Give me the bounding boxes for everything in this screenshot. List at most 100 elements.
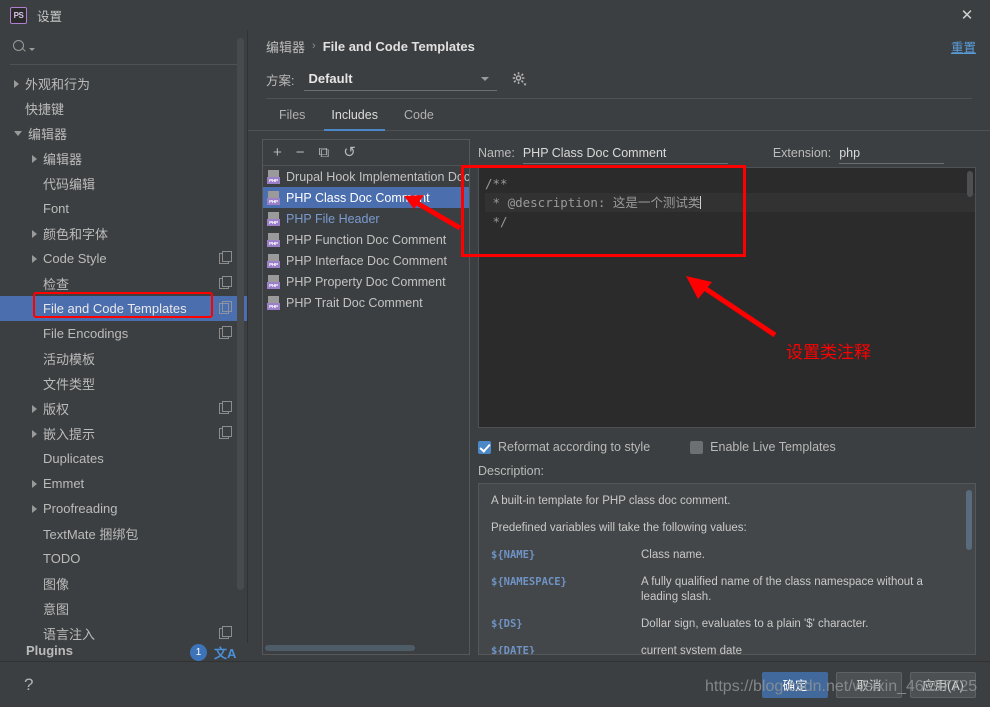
chevron-right-icon[interactable]: [32, 254, 37, 263]
sidebar-item-label: 语言注入: [43, 627, 96, 642]
chevron-right-icon[interactable]: [32, 504, 37, 513]
scrollbar-thumb[interactable]: [265, 645, 415, 651]
copy-settings-icon[interactable]: [219, 626, 232, 639]
title-bar: PS 设置 ✕: [0, 0, 990, 30]
search-input[interactable]: [0, 30, 247, 64]
sidebar-item-2[interactable]: 编辑器: [0, 121, 247, 146]
chevron-right-icon[interactable]: [32, 479, 37, 488]
sidebar-item-label: Code Style: [43, 251, 107, 266]
sidebar-item-18[interactable]: TextMate 捆绑包: [0, 521, 247, 546]
templates-content: + − ⧉ ↺ PHP Drupal Hook Implementation Do…: [248, 131, 990, 661]
chevron-right-icon[interactable]: [32, 404, 37, 413]
sidebar-item-label: 检查: [43, 277, 70, 292]
checkbox-unchecked-icon[interactable]: [690, 440, 704, 454]
gear-icon[interactable]: [511, 71, 527, 87]
sidebar-item-label: TODO: [43, 551, 81, 566]
copy-settings-icon[interactable]: [219, 251, 232, 264]
copy-template-icon[interactable]: ⧉: [319, 145, 330, 160]
chevron-right-icon[interactable]: [32, 154, 37, 163]
list-item[interactable]: PHP PHP Trait Doc Comment: [263, 292, 469, 313]
sidebar-item-8[interactable]: 检查: [0, 271, 247, 296]
php-file-icon: PHP: [267, 190, 281, 205]
tab-files[interactable]: Files: [266, 99, 318, 130]
code-line-text: /**: [485, 176, 508, 191]
sidebar-item-19[interactable]: TODO: [0, 546, 247, 571]
sidebar-item-6[interactable]: 颜色和字体: [0, 221, 247, 246]
translate-icon[interactable]: 文A: [214, 643, 236, 661]
list-item[interactable]: PHP PHP File Header: [263, 208, 469, 229]
sidebar-item-7[interactable]: Code Style: [0, 246, 247, 271]
sidebar-item-17[interactable]: Proofreading: [0, 496, 247, 521]
sidebar-item-label: Proofreading: [43, 501, 118, 516]
revert-template-icon[interactable]: ↺: [343, 145, 356, 160]
template-name-input[interactable]: PHP Class Doc Comment: [522, 142, 728, 164]
sidebar-item-label: Plugins: [26, 643, 73, 658]
sidebar-item-12[interactable]: 文件类型: [0, 371, 247, 396]
add-template-icon[interactable]: +: [273, 145, 282, 160]
sidebar-item-plugins[interactable]: Plugins 1 文A: [0, 643, 248, 661]
sidebar-item-0[interactable]: 外观和行为: [0, 71, 247, 96]
sidebar-item-10[interactable]: File Encodings: [0, 321, 247, 346]
chevron-right-icon[interactable]: [14, 79, 19, 88]
copy-settings-icon[interactable]: [219, 426, 232, 439]
sidebar-item-15[interactable]: Duplicates: [0, 446, 247, 471]
tab-includes[interactable]: Includes: [318, 99, 391, 131]
template-list-hscrollbar[interactable]: [263, 642, 469, 654]
list-item-label: PHP File Header: [286, 211, 380, 226]
list-item[interactable]: PHP Drupal Hook Implementation Doc: [263, 166, 469, 187]
list-item[interactable]: PHP PHP Function Doc Comment: [263, 229, 469, 250]
checkbox-row[interactable]: Reformat according to style: [478, 440, 690, 454]
template-extension-input[interactable]: php: [839, 142, 945, 164]
close-icon[interactable]: ✕: [944, 0, 990, 30]
sidebar-item-4[interactable]: 代码编辑: [0, 171, 247, 196]
sidebar-item-11[interactable]: 活动模板: [0, 346, 247, 371]
template-editor-panel: Name: PHP Class Doc Comment Extension: p…: [478, 139, 976, 655]
template-code-editor[interactable]: /** * @description: 这是一个测试类 */: [478, 167, 976, 428]
checkbox-checked-icon[interactable]: [478, 440, 491, 454]
sidebar-item-3[interactable]: 编辑器: [0, 146, 247, 171]
apply-button[interactable]: 应用(A): [910, 671, 976, 698]
sidebar-item-14[interactable]: 嵌入提示: [0, 421, 247, 446]
copy-settings-icon[interactable]: [219, 301, 232, 314]
settings-sidebar: 外观和行为 快捷键 编辑器 编辑器 代码编辑 Font 颜色和字体 Code Style 检查 F…: [0, 30, 248, 661]
template-list[interactable]: PHP Drupal Hook Implementation Doc PHP PHP …: [263, 166, 469, 642]
copy-settings-icon[interactable]: [219, 276, 232, 289]
sidebar-item-label: 版权: [43, 402, 70, 417]
chevron-down-icon[interactable]: [14, 131, 22, 136]
sidebar-item-label: 外观和行为: [25, 77, 91, 92]
dialog-footer: ? 确定 取消 应用(A): [0, 661, 990, 707]
sidebar-item-9[interactable]: File and Code Templates: [0, 296, 247, 321]
code-line-text: * @description: 这是一个测试类: [485, 195, 701, 210]
checkbox-row[interactable]: Enable Live Templates: [690, 440, 876, 454]
list-item[interactable]: PHP PHP Property Doc Comment: [263, 271, 469, 292]
sidebar-item-16[interactable]: Emmet: [0, 471, 247, 496]
ok-button[interactable]: 确定: [762, 671, 828, 698]
chevron-right-icon[interactable]: [32, 229, 37, 238]
scheme-select[interactable]: Default: [304, 67, 498, 91]
tab-code[interactable]: Code: [391, 99, 447, 130]
copy-settings-icon[interactable]: [219, 326, 232, 339]
sidebar-item-label: 编辑器: [28, 127, 68, 142]
php-file-icon: PHP: [267, 274, 281, 289]
sidebar-item-20[interactable]: 图像: [0, 571, 247, 596]
list-item[interactable]: PHP PHP Interface Doc Comment: [263, 250, 469, 271]
help-icon[interactable]: ?: [24, 675, 33, 695]
chevron-right-icon[interactable]: [32, 429, 37, 438]
text-caret: [700, 196, 702, 209]
sidebar-item-1[interactable]: 快捷键: [0, 96, 247, 121]
sidebar-item-13[interactable]: 版权: [0, 396, 247, 421]
scheme-row: 方案: Default: [248, 62, 990, 96]
sidebar-scrollbar[interactable]: [237, 38, 244, 590]
cancel-button[interactable]: 取消: [836, 671, 902, 698]
copy-settings-icon[interactable]: [219, 401, 232, 414]
breadcrumb-parent[interactable]: 编辑器: [266, 37, 305, 56]
sidebar-item-21[interactable]: 意图: [0, 596, 247, 621]
reset-link[interactable]: 重置: [951, 37, 976, 56]
remove-template-icon[interactable]: −: [296, 145, 305, 160]
description-label: Description:: [478, 464, 544, 478]
description-scrollbar[interactable]: [966, 490, 972, 550]
code-editor-scrollbar[interactable]: [967, 171, 973, 197]
sidebar-item-5[interactable]: Font: [0, 196, 247, 221]
list-item[interactable]: PHP PHP Class Doc Comment: [263, 187, 469, 208]
description-paragraph: Predefined variables will take the follo…: [491, 522, 747, 534]
